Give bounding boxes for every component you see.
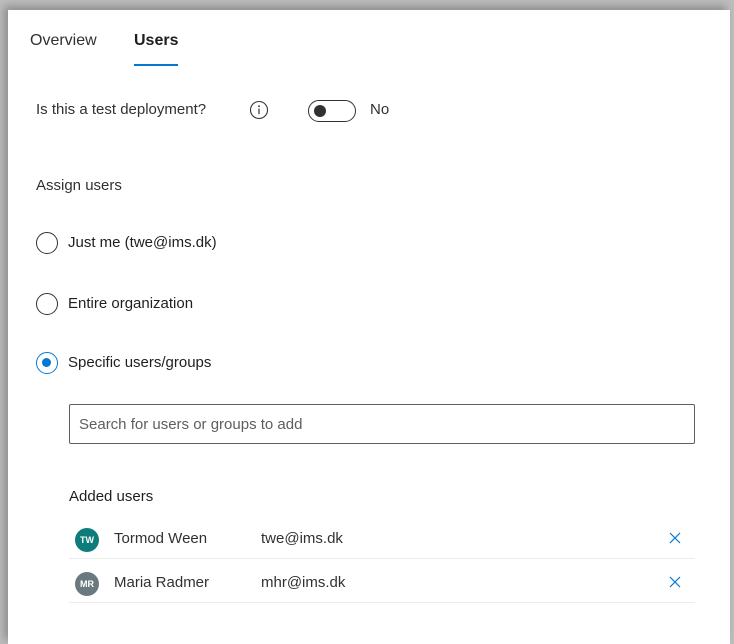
radio-button[interactable] [36,232,58,254]
active-tab-indicator [134,64,178,66]
radio-label: Specific users/groups [68,354,212,371]
user-row: TW Tormod Ween twe@ims.dk [69,519,695,559]
avatar: MR [75,572,99,596]
radio-label: Entire organization [68,295,194,312]
user-email: mhr@ims.dk [261,574,346,591]
toggle-knob [314,105,326,117]
remove-user-close-icon[interactable] [667,574,683,590]
toggle-state-text: No [370,101,390,118]
users-panel: Overview Users Is this a test deployment… [8,10,730,644]
user-email: twe@ims.dk [261,530,343,547]
test-deployment-row: Is this a test deployment? No [36,100,436,124]
radio-button-selected[interactable] [36,352,58,374]
avatar: TW [75,528,99,552]
tab-users[interactable]: Users [134,32,178,50]
radio-button[interactable] [36,293,58,315]
search-users-input[interactable] [69,404,695,444]
user-row: MR Maria Radmer mhr@ims.dk [69,563,695,603]
radio-option-just-me[interactable]: Just me (twe@ims.dk) [36,232,436,256]
remove-user-close-icon[interactable] [667,530,683,546]
info-icon[interactable] [249,100,269,120]
radio-option-specific-users[interactable]: Specific users/groups [36,352,436,376]
test-deployment-toggle[interactable] [308,100,356,122]
assign-users-label: Assign users [36,177,122,194]
test-deployment-label: Is this a test deployment? [36,101,207,118]
user-name: Tormod Ween [114,530,208,547]
added-users-title: Added users [69,488,154,505]
user-name: Maria Radmer [114,574,210,591]
tab-overview[interactable]: Overview [30,32,97,50]
radio-label: Just me (twe@ims.dk) [68,234,217,251]
radio-option-entire-organization[interactable]: Entire organization [36,293,436,317]
